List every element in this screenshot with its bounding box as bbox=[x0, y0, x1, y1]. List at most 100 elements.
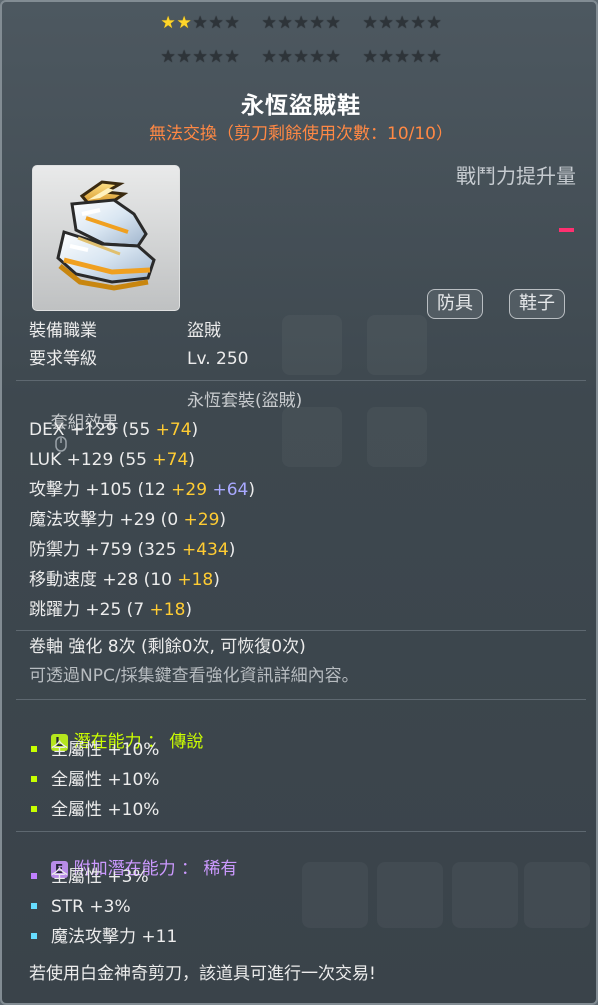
stat-base: (12 bbox=[132, 480, 166, 500]
star-empty-icon: ★ bbox=[325, 47, 341, 67]
stat-close: ) bbox=[185, 600, 193, 620]
divider bbox=[16, 699, 586, 700]
stat-name: DEX bbox=[29, 420, 65, 440]
scroll-upgrade-line: 卷軸 強化 8次 (剩餘0次, 可恢復0次) bbox=[29, 637, 306, 657]
stat-row: 移動速度 +28 (10 +18) bbox=[29, 569, 220, 591]
bullet-icon bbox=[31, 932, 37, 939]
potential-line-text: 全屬性 +10% bbox=[51, 800, 160, 820]
star-empty-icon: ★ bbox=[426, 13, 442, 33]
stat-close: ) bbox=[219, 510, 227, 530]
stat-total: +759 bbox=[80, 540, 133, 560]
potential-line-text: STR +3% bbox=[51, 897, 131, 917]
stat-row: 跳躍力 +25 (7 +18) bbox=[29, 599, 192, 621]
stat-bonus-1: +18 bbox=[171, 570, 214, 590]
bg-slot bbox=[377, 862, 443, 928]
tag-shoes: 鞋子 bbox=[509, 289, 565, 319]
bg-slot bbox=[452, 862, 518, 928]
star-group: ★ ★ ★ ★ ★ bbox=[363, 48, 442, 66]
stat-close: ) bbox=[188, 450, 195, 470]
stat-row: 攻擊力 +105 (12 +29 +64) bbox=[29, 479, 255, 501]
bullet-icon bbox=[31, 902, 37, 909]
scroll-hint: 可透過NPC/採集鍵查看強化資訊詳細內容。 bbox=[29, 666, 359, 686]
star-empty-icon: ★ bbox=[224, 13, 240, 33]
potential-line: 全屬性 +10% bbox=[29, 739, 159, 761]
stat-bonus-1: +29 bbox=[178, 510, 220, 530]
star-empty-icon: ★ bbox=[176, 47, 192, 67]
stat-bonus-1: +74 bbox=[147, 450, 189, 470]
potential-line: 魔法攻擊力 +11 bbox=[29, 926, 177, 948]
star-empty-icon: ★ bbox=[394, 13, 410, 33]
stat-total: +29 bbox=[114, 510, 156, 530]
stat-bonus-1: +18 bbox=[144, 600, 186, 620]
stat-name: 跳躍力 bbox=[29, 600, 80, 620]
stat-close: ) bbox=[191, 420, 199, 440]
job-label: 裝備職業 bbox=[29, 321, 97, 341]
stat-base: (7 bbox=[121, 600, 145, 620]
combat-power-label: 戰鬥力提升量 bbox=[456, 164, 576, 188]
stat-name: 移動速度 bbox=[29, 570, 97, 590]
stat-bonus-1: +434 bbox=[176, 540, 229, 560]
star-empty-icon: ★ bbox=[192, 13, 208, 33]
star-empty-icon: ★ bbox=[208, 47, 224, 67]
stat-total: +25 bbox=[80, 600, 122, 620]
star-empty-icon: ★ bbox=[192, 47, 208, 67]
potential-line: 全屬性 +10% bbox=[29, 769, 159, 791]
star-filled-icon: ★ bbox=[160, 13, 176, 33]
stat-close: ) bbox=[213, 570, 220, 590]
star-group: ★ ★ ★ ★ ★ bbox=[262, 48, 341, 66]
stat-close: ) bbox=[248, 480, 255, 500]
divider bbox=[16, 380, 586, 381]
stat-name: LUK bbox=[29, 450, 62, 470]
level-label: 要求等級 bbox=[29, 349, 97, 369]
stat-bonus-1: +74 bbox=[150, 420, 192, 440]
potential-line-text: 全屬性 +3% bbox=[51, 867, 149, 887]
potential-line: 全屬性 +10% bbox=[29, 799, 159, 821]
stat-total: +129 bbox=[64, 420, 117, 440]
boots-icon bbox=[56, 180, 156, 291]
bg-slot bbox=[367, 315, 427, 375]
item-tooltip: ★ ★ ★ ★ ★ ★ ★ ★ ★ ★ ★ ★ ★ ★ ★ ★ ★ ★ ★ ★ ★ ★ ★ ★ ★ ★ ★ ★ ★ ★ 永恆盜賊鞋 無法… bbox=[0, 0, 598, 1005]
stat-name: 攻擊力 bbox=[29, 480, 80, 500]
star-empty-icon: ★ bbox=[378, 13, 394, 33]
bg-slot bbox=[302, 862, 368, 928]
star-empty-icon: ★ bbox=[410, 47, 426, 67]
divider bbox=[16, 630, 586, 631]
stat-base: (325 bbox=[132, 540, 177, 560]
star-group: ★ ★ ★ ★ ★ bbox=[363, 14, 442, 32]
stat-row: LUK +129 (55 +74) bbox=[29, 449, 195, 471]
tag-armor: 防具 bbox=[427, 289, 483, 319]
trade-note: 無法交換（剪刀剩餘使用次數：10/10） bbox=[149, 124, 453, 144]
star-empty-icon: ★ bbox=[277, 47, 293, 67]
star-empty-icon: ★ bbox=[309, 47, 325, 67]
stat-bonus-2: +64 bbox=[207, 480, 249, 500]
star-force-row-1: ★ ★ ★ ★ ★ ★ ★ ★ ★ ★ ★ ★ ★ ★ ★ bbox=[2, 14, 596, 32]
star-filled-icon: ★ bbox=[176, 13, 192, 33]
star-empty-icon: ★ bbox=[293, 47, 309, 67]
potential-line-text: 魔法攻擊力 +11 bbox=[51, 927, 178, 947]
star-empty-icon: ★ bbox=[293, 13, 309, 33]
star-empty-icon: ★ bbox=[362, 13, 378, 33]
stat-row: 魔法攻擊力 +29 (0 +29) bbox=[29, 509, 226, 531]
star-empty-icon: ★ bbox=[426, 47, 442, 67]
item-name: 永恆盜賊鞋 bbox=[241, 93, 361, 119]
bullet-icon bbox=[31, 872, 37, 879]
stat-total: +129 bbox=[61, 450, 114, 470]
stat-name: 魔法攻擊力 bbox=[29, 510, 114, 530]
star-group: ★ ★ ★ ★ ★ bbox=[161, 14, 240, 32]
stat-name: 防禦力 bbox=[29, 540, 80, 560]
star-empty-icon: ★ bbox=[224, 47, 240, 67]
potential-line: 全屬性 +3% bbox=[29, 866, 149, 888]
bullet-icon bbox=[31, 805, 37, 812]
star-group: ★ ★ ★ ★ ★ bbox=[262, 14, 341, 32]
divider bbox=[16, 831, 586, 832]
bg-slot bbox=[282, 407, 342, 467]
bg-slot bbox=[367, 407, 427, 467]
stat-base: (55 bbox=[116, 420, 151, 440]
potential-line: STR +3% bbox=[29, 896, 131, 918]
star-empty-icon: ★ bbox=[325, 13, 341, 33]
stat-total: +105 bbox=[80, 480, 133, 500]
bg-slot bbox=[524, 862, 590, 928]
star-empty-icon: ★ bbox=[410, 13, 426, 33]
level-value: Lv. 250 bbox=[187, 349, 249, 369]
stat-row: 防禦力 +759 (325 +434) bbox=[29, 539, 235, 561]
